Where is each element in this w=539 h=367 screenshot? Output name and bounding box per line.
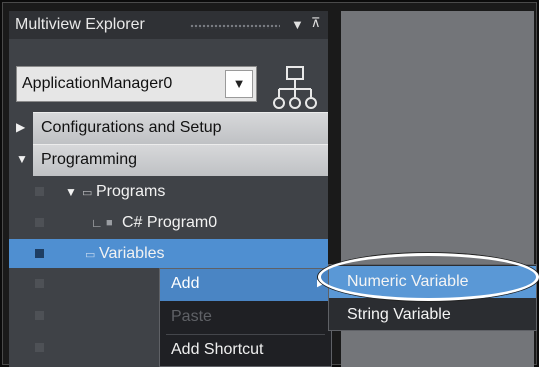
menu-item-paste: Paste — [160, 302, 331, 334]
menu-paste-label: Paste — [171, 308, 212, 325]
project-selector[interactable]: ApplicationManager0 ▼ — [16, 66, 257, 102]
menu-add-label: Add — [171, 275, 200, 292]
highlight-ellipse — [318, 253, 539, 301]
project-selector-value: ApplicationManager0 — [22, 75, 173, 92]
tree-item-program0[interactable]: ∟ ■ C# Program0 — [9, 208, 328, 238]
tree-branch-icon: ∟ — [91, 216, 103, 230]
folder-icon: ▭ — [85, 249, 96, 261]
context-menu: Add ▶ Paste Add Shortcut — [159, 268, 332, 367]
pane-title: Multiview Explorer — [15, 16, 145, 33]
collapse-arrow-icon[interactable]: ▼ — [16, 152, 28, 166]
row-marker-icon — [35, 249, 44, 258]
variables-label: Variables — [99, 245, 165, 262]
tree-item-variables[interactable]: ▭ Variables — [9, 239, 328, 268]
row-marker-icon — [35, 343, 44, 352]
menu-item-add-shortcut[interactable]: Add Shortcut — [160, 335, 331, 367]
configurations-bar[interactable]: Configurations and Setup — [33, 112, 328, 144]
menu-item-string-variable[interactable]: String Variable — [329, 299, 536, 331]
header-grip[interactable] — [190, 24, 280, 29]
expand-arrow-icon[interactable]: ▶ — [16, 120, 25, 134]
hierarchy-icon[interactable] — [271, 65, 319, 111]
tree-node-programming[interactable]: ▼ Programming — [9, 144, 328, 176]
program-file-icon: ■ — [106, 217, 113, 229]
program0-label: C# Program0 — [122, 214, 218, 231]
programming-label: Programming — [41, 151, 138, 168]
configurations-label: Configurations and Setup — [41, 119, 222, 136]
chevron-down-icon[interactable]: ▼ — [291, 17, 304, 32]
folder-icon: ▭ — [82, 187, 93, 199]
row-marker-icon — [35, 218, 44, 227]
row-marker-icon — [35, 279, 44, 288]
pin-icon[interactable]: ⊼ — [311, 15, 321, 31]
string-variable-label: String Variable — [347, 306, 451, 323]
collapse-arrow-icon[interactable]: ▼ — [65, 185, 77, 199]
tree-node-configurations[interactable]: ▶ Configurations and Setup — [9, 112, 328, 144]
programming-bar[interactable]: Programming — [33, 144, 328, 176]
triangle-down-icon[interactable]: ▼ — [225, 70, 253, 98]
row-marker-icon — [35, 187, 44, 196]
tree-item-programs[interactable]: ▼ ▭ Programs — [9, 177, 328, 207]
programs-label: Programs — [96, 183, 166, 200]
row-marker-icon — [35, 311, 44, 320]
explorer-header: Multiview Explorer ▼ ⊼ — [9, 11, 328, 39]
menu-item-add[interactable]: Add ▶ — [160, 269, 331, 301]
menu-add-shortcut-label: Add Shortcut — [171, 341, 264, 358]
